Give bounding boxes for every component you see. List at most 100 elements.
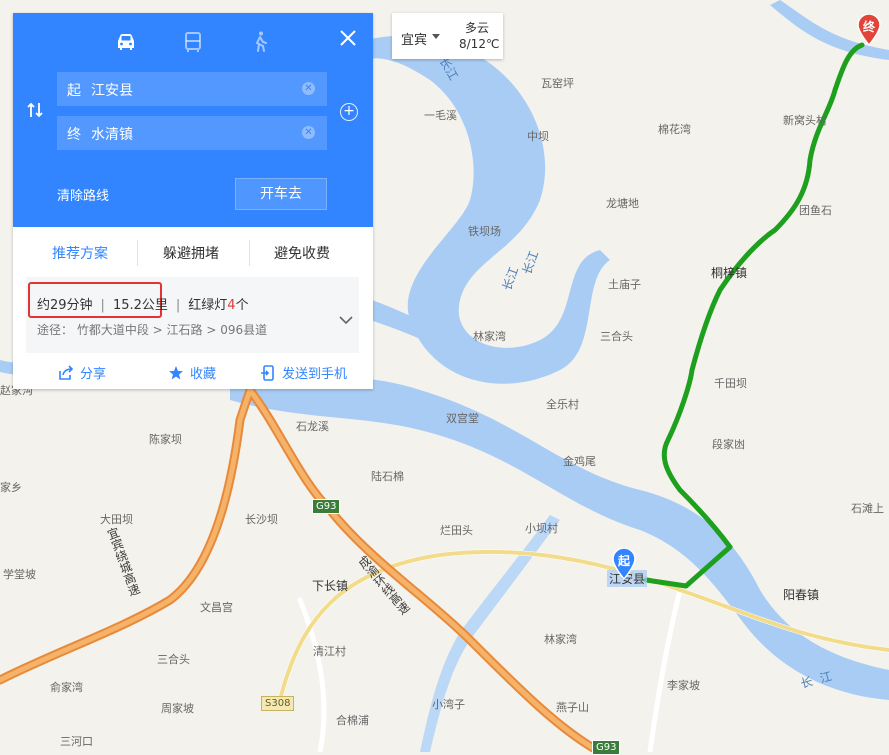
- place-label: 三合头: [600, 330, 633, 343]
- route-stats: 约29分钟 | 15.2公里 | 红绿灯4个: [37, 294, 249, 313]
- place-label: 文昌宫: [200, 601, 233, 614]
- place-label: 桐梓镇: [711, 266, 748, 280]
- add-waypoint-button[interactable]: +: [340, 103, 358, 121]
- via-road: 096县道: [220, 323, 268, 337]
- place-label: 新窝头村: [783, 114, 827, 127]
- place-label: 石龙溪: [296, 420, 329, 433]
- place-label: 林家湾: [473, 330, 506, 343]
- weather-city[interactable]: 宜宾: [401, 29, 427, 48]
- origin-value[interactable]: 江安县: [91, 80, 133, 100]
- send-to-phone-icon: [261, 365, 274, 381]
- road-shield: G93: [592, 740, 621, 755]
- route-summary[interactable]: 约29分钟 | 15.2公里 | 红绿灯4个 途径： 竹都大道中段 > 江石路 > 09…: [26, 277, 359, 353]
- chevron-right-icon: >: [202, 323, 221, 337]
- start-marker[interactable]: 起: [611, 547, 637, 581]
- swap-arrows-icon: [27, 102, 43, 118]
- tab-recommended[interactable]: 推荐方案: [52, 243, 108, 262]
- place-label: 清江村: [313, 645, 346, 658]
- traffic-lights-label: 红绿灯: [188, 298, 228, 313]
- origin-tag: 起: [67, 83, 81, 99]
- place-label: 段家凼: [712, 438, 745, 451]
- place-label: 林家湾: [544, 633, 577, 646]
- place-label: 金鸡尾: [563, 455, 596, 468]
- place-label: 三合头: [157, 653, 190, 666]
- origin-field[interactable]: 起 江安县 ✕: [57, 72, 327, 106]
- caret-down-icon[interactable]: [432, 34, 440, 39]
- place-label: 小坝村: [525, 522, 558, 535]
- place-label: 石滩上: [851, 502, 884, 515]
- chevron-right-icon: >: [148, 323, 167, 337]
- tab-avoid-congestion[interactable]: 躲避拥堵: [163, 243, 219, 262]
- via-road: 江石路: [166, 323, 203, 337]
- send-label: 发送到手机: [282, 367, 348, 382]
- chevron-down-icon: [339, 316, 353, 325]
- place-label: 烂田头: [440, 524, 473, 537]
- place-label: 全乐村: [546, 398, 579, 411]
- mode-bus[interactable]: [180, 29, 206, 55]
- place-label: 铁坝场: [468, 225, 501, 238]
- place-label: 棉花湾: [658, 123, 691, 136]
- favorite-label: 收藏: [190, 367, 217, 382]
- tab-avoid-tolls[interactable]: 避免收费: [274, 243, 330, 262]
- destination-value[interactable]: 水清镇: [91, 124, 133, 144]
- place-label: 土庙子: [608, 278, 641, 291]
- star-icon: [169, 366, 183, 380]
- route-via: 途径： 竹都大道中段 > 江石路 > 096县道: [37, 321, 267, 338]
- share-icon: [59, 365, 74, 380]
- destination-field[interactable]: 终 水清镇 ✕: [57, 116, 327, 150]
- place-label: 双宫堂: [446, 412, 479, 425]
- place-label: 团鱼石: [799, 204, 832, 217]
- place-label: 中坝: [527, 130, 549, 143]
- via-road: 竹都大道中段: [76, 323, 149, 337]
- weather-widget[interactable]: 宜宾 多云 8/12℃: [392, 13, 503, 59]
- place-label: 阳春镇: [783, 588, 820, 602]
- place-label: 陆石棉: [371, 470, 404, 483]
- traffic-lights-count: 4: [227, 298, 236, 313]
- weather-temperature: 8/12℃: [459, 37, 500, 51]
- place-label: 三河口: [60, 735, 93, 748]
- send-to-phone-button[interactable]: 发送到手机: [260, 363, 347, 382]
- share-button[interactable]: 分享: [58, 363, 106, 382]
- place-label: 下长镇: [312, 579, 349, 593]
- mode-walk[interactable]: [247, 29, 273, 55]
- place-label: 李家坡: [667, 679, 700, 692]
- divider: |: [175, 298, 181, 313]
- car-icon: [118, 34, 134, 50]
- clear-icon[interactable]: ✕: [302, 82, 315, 95]
- expand-button[interactable]: [339, 310, 353, 325]
- place-label: 龙塘地: [606, 197, 639, 210]
- drive-button[interactable]: 开车去: [235, 178, 327, 210]
- route-panel: 起 江安县 ✕ 终 水清镇 ✕ + 清除路线 开车去 推荐方案 躲避拥堵 避免收…: [13, 13, 373, 389]
- place-label: 千田坝: [714, 377, 747, 390]
- tab-divider: [137, 240, 138, 266]
- place-label: 小湾子: [432, 698, 465, 711]
- place-label: 家乡: [0, 481, 22, 494]
- tab-divider: [249, 240, 250, 266]
- weather-condition: 多云: [465, 21, 490, 35]
- road-shield: G93: [312, 499, 341, 514]
- place-label: 学堂坡: [3, 568, 36, 581]
- place-label: 周家坡: [161, 702, 194, 715]
- via-label: 途径：: [37, 323, 74, 337]
- place-label: 长沙坝: [245, 513, 278, 526]
- place-label: 一毛溪: [424, 109, 457, 122]
- route-time: 约29分钟: [37, 298, 93, 313]
- divider: |: [100, 298, 105, 313]
- mode-car[interactable]: [113, 29, 139, 55]
- favorite-button[interactable]: 收藏: [168, 363, 216, 382]
- place-label: 合棉浦: [336, 714, 369, 727]
- route-distance: 15.2公里: [112, 298, 168, 313]
- close-icon: [340, 30, 356, 46]
- place-label: 陈家坝: [149, 433, 182, 446]
- traffic-lights-unit: 个: [235, 298, 249, 313]
- road-shield: S308: [261, 696, 295, 711]
- clear-icon[interactable]: ✕: [302, 126, 315, 139]
- end-marker[interactable]: 终: [856, 13, 882, 47]
- share-label: 分享: [80, 367, 107, 382]
- close-button[interactable]: [338, 28, 358, 48]
- place-label: 燕子山: [556, 701, 589, 714]
- clear-route-link[interactable]: 清除路线: [57, 185, 109, 204]
- walk-icon: [255, 31, 267, 52]
- swap-button[interactable]: [26, 101, 44, 119]
- bus-icon: [185, 32, 201, 52]
